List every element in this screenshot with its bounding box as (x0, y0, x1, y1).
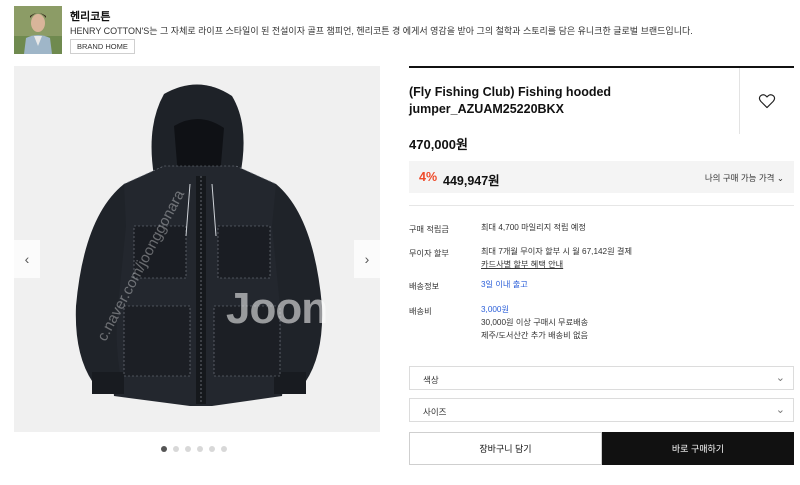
gallery-dot[interactable] (185, 446, 191, 452)
wishlist-button[interactable] (739, 68, 794, 134)
discount-percent: 4% (419, 170, 438, 184)
shipping-fee-value: 3,000원 (481, 305, 510, 314)
shipping-free-note: 30,000원 이상 구매시 무료배송 (481, 318, 589, 327)
points-value: 최대 4,700 마일리지 적립 예정 (481, 223, 586, 232)
points-label: 구매 적립금 (409, 225, 449, 234)
chevron-left-icon: ‹ (24, 251, 30, 267)
chevron-down-icon: ⌄ (775, 372, 785, 384)
discount-price: 449,947원 (443, 174, 500, 188)
chevron-down-icon: ⌄ (775, 404, 785, 416)
product-image (14, 66, 380, 432)
installment-value: 최대 7개월 무이자 할부 시 월 67,142원 결제 (481, 247, 632, 256)
chevron-right-icon: › (364, 251, 370, 267)
title-row: (Fly Fishing Club) Fishing hooded jumper… (409, 66, 794, 134)
installment-benefit-link[interactable]: 카드사별 할부 혜택 안내 (481, 258, 563, 271)
discount-box: 4% 449,947원 나의 구매 가능 가격 ⌄ (409, 161, 794, 193)
add-to-cart-button[interactable]: 장바구니 담기 (409, 432, 602, 465)
gallery-dot[interactable] (209, 446, 215, 452)
brand-name[interactable]: 헨리코튼 (70, 8, 110, 24)
brand-home-button[interactable]: BRAND HOME (70, 39, 135, 54)
color-select-label: 색상 (423, 375, 439, 385)
shipping-info-value: 3일 이내 출고 (481, 280, 528, 289)
my-price-link-label: 나의 구매 가능 가격 (704, 173, 775, 183)
size-select-label: 사이즈 (423, 407, 447, 417)
gallery-dot[interactable] (197, 446, 203, 452)
purchase-info: 구매 적립금 최대 4,700 마일리지 적립 예정 무이자 할부 최대 7개월… (409, 205, 794, 340)
watermark-text: Joon (226, 284, 328, 333)
heart-icon (758, 94, 776, 109)
gallery-dot[interactable] (161, 446, 167, 452)
gallery-pagination (161, 446, 227, 452)
gallery-dot[interactable] (221, 446, 227, 452)
buy-now-button[interactable]: 바로 구매하기 (602, 432, 794, 465)
product-title: (Fly Fishing Club) Fishing hooded jumper… (409, 85, 612, 116)
size-select[interactable]: 사이즈 ⌄ (409, 398, 794, 422)
brand-header: 헨리코튼 HENRY COTTON'S는 그 자체로 라이프 스타일이 된 전설… (14, 6, 794, 56)
gallery-prev-button[interactable]: ‹ (14, 240, 40, 278)
chevron-down-icon: ⌄ (776, 173, 784, 183)
product-summary: (Fly Fishing Club) Fishing hooded jumper… (409, 66, 794, 134)
my-price-link[interactable]: 나의 구매 가능 가격 ⌄ (705, 172, 784, 184)
product-image-gallery[interactable]: Joon c.naver.com/joonggonara (14, 66, 380, 432)
brand-description: HENRY COTTON'S는 그 자체로 라이프 스타일이 된 전설이자 골프… (70, 26, 693, 36)
installment-label: 무이자 할부 (409, 249, 449, 258)
shipping-info-label: 배송정보 (409, 282, 440, 291)
color-select[interactable]: 색상 ⌄ (409, 366, 794, 390)
gallery-dot[interactable] (173, 446, 179, 452)
gallery-next-button[interactable]: › (354, 240, 380, 278)
shipping-fee-label: 배송비 (409, 307, 432, 316)
brand-avatar[interactable] (14, 6, 62, 54)
shipping-island-note: 제주/도서산간 추가 배송비 없음 (481, 331, 589, 340)
original-price: 470,000원 (409, 137, 468, 152)
